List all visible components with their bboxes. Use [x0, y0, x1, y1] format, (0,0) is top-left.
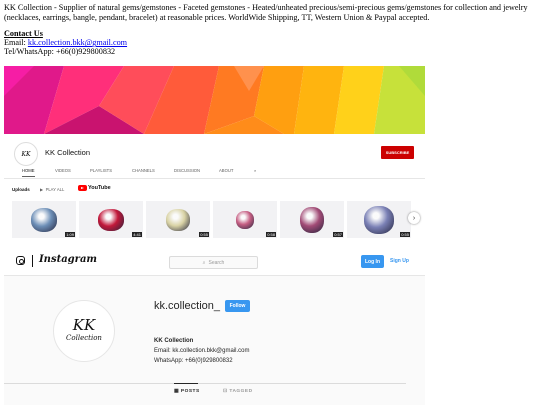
- tab-playlists[interactable]: PLAYLISTS: [90, 168, 112, 173]
- profile-full-name: KK Collection: [154, 338, 194, 344]
- video-thumbnail[interactable]: 0:55: [146, 201, 210, 238]
- tab-home[interactable]: HOME: [22, 168, 35, 177]
- tab-posts[interactable]: ▦ POSTS: [174, 383, 200, 394]
- video-duration: 4:41: [132, 232, 142, 237]
- gemstone-image: [166, 208, 190, 231]
- video-thumbnail[interactable]: 4:41: [79, 201, 143, 238]
- follow-button[interactable]: Follow: [225, 300, 250, 312]
- profile-bio: Email: kk.collection.bkk@gmail.com Whats…: [154, 347, 249, 366]
- intro-paragraph: KK Collection - Supplier of natural gems…: [4, 3, 528, 22]
- tab-posts-label: POSTS: [180, 389, 200, 394]
- gemstone-image: [31, 207, 57, 232]
- video-duration: 0:55: [400, 232, 410, 237]
- divider: [32, 255, 33, 267]
- tag-icon: ⊡: [223, 389, 228, 394]
- video-duration: 0:55: [199, 232, 209, 237]
- play-all-label: PLAY ALL: [45, 187, 65, 192]
- instagram-wordmark[interactable]: Instagram: [39, 254, 97, 265]
- youtube-play-icon: [78, 185, 87, 191]
- email-link[interactable]: kk.collection.bkk@gmail.com: [28, 38, 127, 47]
- search-placeholder: Search: [208, 259, 225, 266]
- instagram-profile-preview: Instagram ⌕ Search Log In Sign Up KK Colle…: [4, 249, 425, 405]
- next-arrow-button[interactable]: ›: [408, 212, 420, 224]
- gemstone-image: [98, 208, 124, 231]
- login-button[interactable]: Log In: [361, 255, 384, 268]
- bio-whatsapp: WhatsApp: +66(0)929800832: [154, 357, 233, 364]
- contact-section: Contact Us Email: kk.collection.bkk@gmai…: [4, 29, 127, 57]
- search-input[interactable]: ⌕ Search: [169, 256, 258, 269]
- subscribe-button[interactable]: SUBSCRIBE: [381, 146, 414, 159]
- profile-username: kk.collection_: [154, 300, 221, 312]
- tab-channels[interactable]: CHANNELS: [132, 168, 155, 173]
- play-all-button[interactable]: ▶ PLAY ALL: [40, 187, 64, 192]
- profile-divider: [4, 383, 406, 384]
- tab-discussion[interactable]: DISCUSSION: [174, 168, 200, 173]
- search-icon: ⌕: [202, 259, 206, 266]
- profile-main: KK Collection kk.collection_ Follow KK Co…: [4, 276, 425, 405]
- phone-line: Tel/WhatsApp: +66(0)929800832: [4, 47, 116, 57]
- gemstone-image: [236, 210, 254, 229]
- avatar-logo-top: KK: [72, 315, 96, 334]
- gemstone-image: [364, 205, 394, 234]
- search-icon[interactable]: ⌕: [254, 168, 256, 173]
- email-label: Email:: [4, 38, 28, 48]
- email-line: Email: kk.collection.bkk@gmail.com: [4, 38, 127, 47]
- channel-name[interactable]: KK Collection: [45, 148, 90, 157]
- instagram-topbar: Instagram ⌕ Search Log In Sign Up: [4, 249, 425, 276]
- video-duration: 1:09: [65, 232, 75, 237]
- bio-email: Email: kk.collection.bkk@gmail.com: [154, 348, 250, 354]
- tab-about[interactable]: ABOUT: [219, 168, 233, 173]
- video-thumbnail[interactable]: 0:57: [280, 201, 344, 238]
- video-thumbnail[interactable]: 1:09: [12, 201, 76, 238]
- video-thumbnail[interactable]: 0:58: [213, 201, 277, 238]
- instagram-camera-icon[interactable]: [16, 256, 25, 265]
- gemstone-image: [300, 206, 324, 233]
- contact-heading: Contact Us: [4, 29, 43, 38]
- tab-tagged-label: TAGGED: [229, 389, 253, 394]
- signup-link[interactable]: Sign Up: [390, 258, 409, 264]
- avatar-logo-bottom: Collection: [66, 333, 102, 342]
- uploads-label: Uploads: [12, 187, 30, 192]
- video-duration: 0:57: [333, 232, 343, 237]
- youtube-channel-preview: KK KK Collection SUBSCRIBE HOME VIDEOS P…: [4, 66, 425, 238]
- channel-banner: [4, 66, 425, 134]
- video-duration: 0:58: [266, 232, 276, 237]
- youtube-logo: YouTube: [78, 185, 111, 191]
- tab-videos[interactable]: VIDEOS: [55, 168, 71, 173]
- youtube-logo-text: YouTube: [88, 185, 111, 191]
- tab-tagged[interactable]: ⊡ TAGGED: [223, 389, 253, 394]
- grid-icon: ▦: [174, 389, 180, 394]
- profile-avatar[interactable]: KK Collection: [53, 300, 115, 362]
- video-thumbnail[interactable]: 0:55: [347, 201, 411, 238]
- channel-avatar[interactable]: KK: [14, 142, 38, 166]
- channel-tabs: HOME VIDEOS PLAYLISTS CHANNELS DISCUSSIO…: [4, 166, 425, 179]
